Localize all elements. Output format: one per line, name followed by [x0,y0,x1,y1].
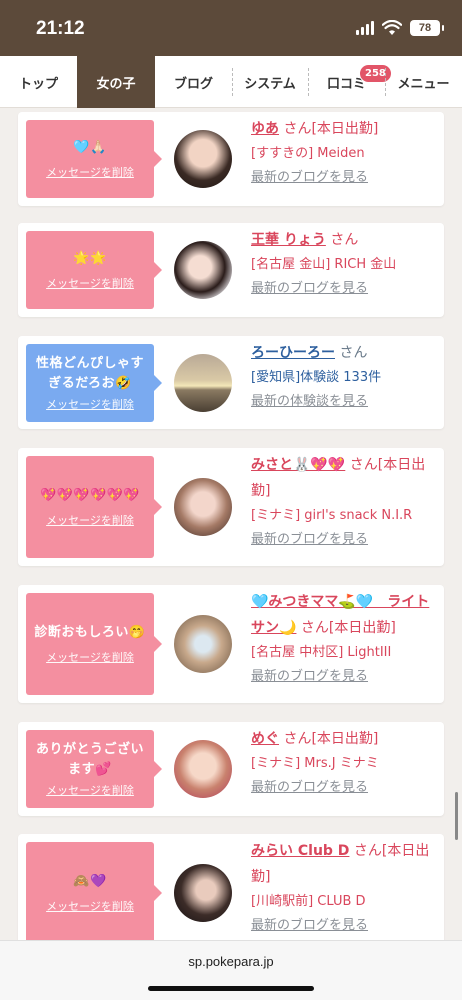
delete-message-link[interactable]: メッセージを削除 [46,275,134,291]
tab-label: メニュー [397,76,450,92]
user-info: ゆあ さん[本日出勤] [すすきの] Meiden 最新のブログを見る [251,116,437,190]
signal-icon [356,21,374,35]
list-item: 🩵🙏🏻 メッセージを削除 ゆあ さん[本日出勤] [すすきの] Meiden 最… [18,112,444,206]
user-status: さん[本日出勤] [300,620,396,636]
avatar[interactable] [174,241,232,299]
view-latest-link[interactable]: 最新の体験談を見る [251,390,437,414]
url-text: sp.pokepara.jp [188,954,274,969]
user-status: さん [339,345,368,361]
delete-message-link[interactable]: メッセージを削除 [46,164,134,180]
user-status: さん[本日出勤] [283,121,379,137]
shop-info: [川崎駅前] CLUB D [251,894,366,909]
user-name-link[interactable]: みさと🐰💖💖 [251,457,345,473]
user-info: みさと🐰💖💖 さん[本日出勤] [ミナミ] girl's snack N.I.R… [251,452,437,552]
shop-info: [ミナミ] Mrs.J ミナミ [251,756,379,771]
status-bar: 21:12 78 [0,0,462,56]
delete-message-link[interactable]: メッセージを削除 [46,512,134,528]
list-item: 🌟🌟 メッセージを削除 王華 りょう さん [名古屋 金山] RICH 金山 最… [18,223,444,317]
message-text: 🩵🙏🏻 [73,140,107,155]
status-icons: 78 [356,20,444,36]
tab-system[interactable]: システム [232,56,308,108]
browser-url-bar[interactable]: sp.pokepara.jp [0,940,462,1000]
avatar[interactable] [174,478,232,536]
tab-girls[interactable]: 女の子 [77,56,155,108]
battery-icon: 78 [410,20,444,36]
user-info: 🩵みつきママ⛳️🩵 ライトサン🌙 さん[本日出勤] [名古屋 中村区] Ligh… [251,589,437,689]
tab-label: ブログ [173,76,213,92]
user-name-link[interactable]: ゆあ [251,121,279,137]
home-indicator[interactable] [148,986,314,991]
tab-label: トップ [18,76,58,92]
tab-menu[interactable]: メニュー [385,56,462,108]
list-item: 性格どんぴしゃすぎるだろお🤣 メッセージを削除 ろーひーろー さん [愛知県]体… [18,336,444,429]
status-time: 21:12 [36,18,85,39]
user-status: さん[本日出勤] [283,731,379,747]
user-name-link[interactable]: みらい Club D [251,843,349,859]
avatar[interactable] [174,354,232,412]
message-text: 🌟🌟 [73,251,107,266]
avatar[interactable] [174,615,232,673]
review-info: [愛知県]体験談 133件 [251,370,382,385]
view-latest-link[interactable]: 最新のブログを見る [251,776,437,800]
list-item: 🙈💜 メッセージを削除 みらい Club D さん[本日出勤] [川崎駅前] C… [18,834,444,940]
message-bubble: 🌟🌟 メッセージを削除 [26,231,162,309]
tab-label: 女の子 [96,76,136,92]
delete-message-link[interactable]: メッセージを削除 [46,782,134,798]
message-text: 診断おもしろい🤭 [34,625,146,640]
tab-blog[interactable]: ブログ [155,56,232,108]
message-bubble: 診断おもしろい🤭 メッセージを削除 [26,593,162,695]
delete-message-link[interactable]: メッセージを削除 [46,649,134,665]
main-nav: トップ 女の子 ブログ システム 口コミ 258 メニュー [0,56,462,108]
tab-reviews[interactable]: 口コミ 258 [308,56,392,108]
shop-info: [名古屋 金山] RICH 金山 [251,257,397,272]
message-bubble: 性格どんぴしゃすぎるだろお🤣 メッセージを削除 [26,344,162,422]
user-name-link[interactable]: 王華 りょう [251,232,326,248]
wifi-icon [382,20,402,35]
view-latest-link[interactable]: 最新のブログを見る [251,914,437,938]
user-info: 王華 りょう さん [名古屋 金山] RICH 金山 最新のブログを見る [251,227,437,301]
message-text: 性格どんぴしゃすぎるだろお🤣 [35,356,144,391]
list-item: 💖💖💖💖💖💖 メッセージを削除 みさと🐰💖💖 さん[本日出勤] [ミナミ] gi… [18,448,444,566]
message-text: 💖💖💖💖💖💖 [39,488,141,503]
avatar[interactable] [174,740,232,798]
message-bubble: ありがとうございます💕 メッセージを削除 [26,730,162,808]
message-bubble: 🩵🙏🏻 メッセージを削除 [26,120,162,198]
message-bubble: 🙈💜 メッセージを削除 [26,842,162,940]
user-info: ろーひーろー さん [愛知県]体験談 133件 最新の体験談を見る [251,340,437,414]
message-text: ありがとうございます💕 [35,742,144,777]
delete-message-link[interactable]: メッセージを削除 [46,898,134,914]
view-latest-link[interactable]: 最新のブログを見る [251,528,437,552]
shop-info: [すすきの] Meiden [251,146,365,161]
list-item: 診断おもしろい🤭 メッセージを削除 🩵みつきママ⛳️🩵 ライトサン🌙 さん[本日… [18,585,444,703]
avatar[interactable] [174,864,232,922]
avatar[interactable] [174,130,232,188]
list-item: ありがとうございます💕 メッセージを削除 めぐ さん[本日出勤] [ミナミ] M… [18,722,444,816]
delete-message-link[interactable]: メッセージを削除 [46,396,134,412]
tab-label: システム [244,76,296,92]
view-latest-link[interactable]: 最新のブログを見る [251,665,437,689]
view-latest-link[interactable]: 最新のブログを見る [251,277,437,301]
user-info: みらい Club D さん[本日出勤] [川崎駅前] CLUB D 最新のブログ… [251,838,437,938]
scrollbar[interactable] [455,792,458,840]
message-bubble: 💖💖💖💖💖💖 メッセージを削除 [26,456,162,558]
user-name-link[interactable]: ろーひーろー [251,345,335,361]
view-latest-link[interactable]: 最新のブログを見る [251,166,437,190]
user-info: めぐ さん[本日出勤] [ミナミ] Mrs.J ミナミ 最新のブログを見る [251,726,437,800]
shop-info: [ミナミ] girl's snack N.I.R [251,508,413,523]
tab-top[interactable]: トップ [0,56,77,108]
user-status: さん [330,232,359,248]
message-text: 🙈💜 [73,874,107,889]
shop-info: [名古屋 中村区] LightIII [251,645,392,660]
user-name-link[interactable]: めぐ [251,731,279,747]
message-list: 🩵🙏🏻 メッセージを削除 ゆあ さん[本日出勤] [すすきの] Meiden 最… [0,108,462,940]
